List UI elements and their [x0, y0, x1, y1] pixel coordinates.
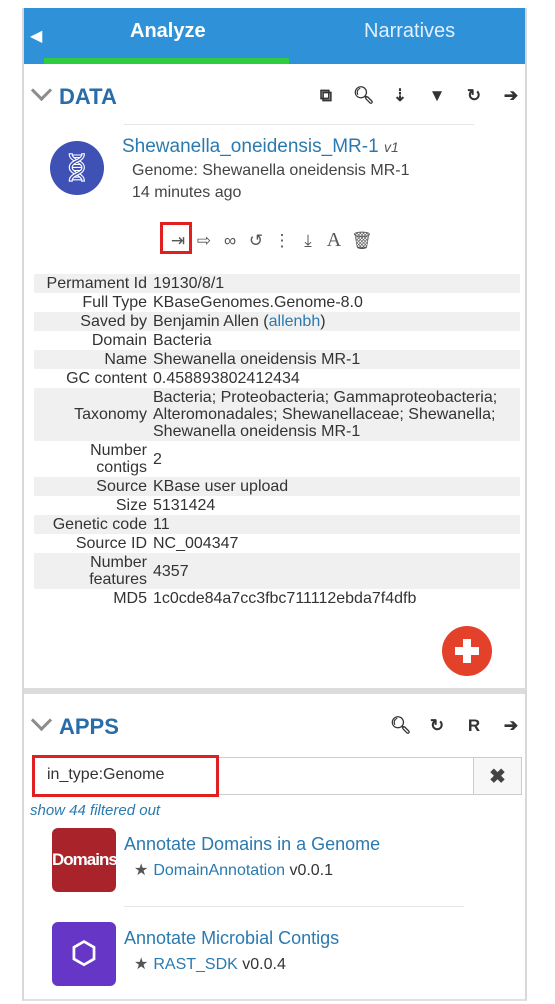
- tab-bar: ◀ Analyze Narratives: [24, 8, 525, 64]
- rename-icon[interactable]: A: [325, 229, 343, 252]
- object-actions: ⇥ ⇨ ∞ ↺ ⋮ ⤓ A 🗑︎: [169, 229, 373, 252]
- list-item[interactable]: ⬡ Annotate Microbial Contigs ★ RAST_SDK v…: [52, 922, 492, 992]
- filter-icon[interactable]: ▼: [427, 86, 447, 106]
- data-toolbar: ⧉ 🔍︎ ⇣ ▼ ↻ ➔: [316, 86, 521, 106]
- close-icon[interactable]: ✖: [474, 757, 522, 795]
- arrow-right-icon[interactable]: ➔: [501, 716, 521, 736]
- star-icon[interactable]: ★: [134, 956, 148, 973]
- table-row: Source ID NC_004347: [75, 535, 239, 552]
- show-filtered-link[interactable]: show 44 filtered out: [30, 802, 160, 819]
- refresh-icon[interactable]: ↻: [427, 716, 447, 736]
- app-module: ★ RAST_SDK v0.0.4: [134, 956, 286, 973]
- table-row: Saved by Benjamin Allen (allenbh): [34, 312, 520, 331]
- plus-circle-icon[interactable]: [442, 626, 492, 676]
- object-version: v1: [383, 139, 399, 155]
- table-row: Name Shewanella oneidensis MR-1: [34, 350, 520, 369]
- arrow-right-icon[interactable]: ➔: [501, 86, 521, 106]
- dna-icon: 🧬︎: [50, 141, 104, 195]
- copy-icon[interactable]: ⧉: [316, 86, 336, 106]
- chevron-down-icon: [30, 79, 53, 102]
- tab-narratives[interactable]: Narratives: [364, 20, 455, 43]
- table-row: MD5 1c0cde84a7cc3fbc711112ebda7f4dfb: [113, 590, 417, 607]
- metadata-table: Permament Id 19130/8/1 Full Type KBaseGeno…: [34, 274, 520, 608]
- refresh-icon[interactable]: ↻: [464, 86, 484, 106]
- list-item[interactable]: Domains Annotate Domains in a Genome ★ Do…: [52, 828, 492, 898]
- table-row: Permament Id 19130/8/1: [34, 274, 520, 293]
- trash-icon[interactable]: 🗑︎: [351, 231, 373, 251]
- table-row: Full Type KBaseGenomes.Genome-8.0: [82, 294, 363, 311]
- table-row: Size 5131424: [115, 497, 216, 514]
- table-row: GC content 0.458893802412434: [66, 370, 300, 387]
- download-icon[interactable]: ⤓: [299, 231, 317, 251]
- chevron-left-icon[interactable]: ◀: [30, 26, 42, 46]
- history-icon[interactable]: ↺: [247, 231, 265, 251]
- data-panel: DATA ⧉ 🔍︎ ⇣ ▼ ↻ ➔ 🧬︎ Shewanella_oneidens…: [24, 64, 525, 692]
- apps-toolbar: 🔍︎ ↻ R ➔: [390, 716, 521, 736]
- table-row: Number features 4357: [34, 553, 520, 589]
- app-title[interactable]: Annotate Microbial Contigs: [124, 928, 339, 949]
- highlight-box: [32, 755, 219, 797]
- side-panel: ◀ Analyze Narratives DATA ⧉ 🔍︎ ⇣ ▼ ↻ ➔ 🧬…: [22, 8, 527, 1001]
- user-link[interactable]: allenbh: [269, 313, 321, 330]
- cube-icon: ⬡: [52, 922, 116, 986]
- tab-analyze[interactable]: Analyze: [130, 20, 206, 43]
- apps-panel-title[interactable]: APPS: [30, 709, 119, 740]
- data-panel-title[interactable]: DATA: [30, 79, 117, 110]
- provenance-icon[interactable]: ⋮: [273, 231, 291, 251]
- sort-icon[interactable]: ⇣: [390, 86, 410, 106]
- table-row: Taxonomy Bacteria; Proteobacteria; Gammap…: [34, 388, 520, 441]
- export-icon[interactable]: ⇨: [195, 231, 213, 251]
- search-icon[interactable]: 🔍︎: [353, 86, 375, 106]
- apps-panel: APPS 🔍︎ ↻ R ➔ in_type:Genome ✖ show 44 f…: [24, 694, 525, 999]
- table-row: Domain Bacteria: [91, 332, 212, 349]
- object-name[interactable]: Shewanella_oneidensis_MR-1 v1: [122, 136, 399, 158]
- table-row: Source KBase user upload: [34, 477, 520, 496]
- divider: [124, 124, 474, 125]
- search-icon[interactable]: 🔍︎: [390, 716, 412, 736]
- highlight-box: [160, 222, 192, 254]
- divider: [124, 906, 464, 907]
- app-title[interactable]: Annotate Domains in a Genome: [124, 834, 380, 855]
- star-icon[interactable]: ★: [134, 862, 148, 879]
- object-type: Genome: Shewanella oneidensis MR-1: [132, 162, 410, 179]
- app-icon-domains: Domains: [52, 828, 118, 892]
- chevron-down-icon: [30, 709, 53, 732]
- app-module: ★ DomainAnnotation v0.0.1: [134, 862, 334, 879]
- r-icon[interactable]: R: [464, 716, 484, 736]
- binoculars-icon[interactable]: ∞: [221, 231, 239, 251]
- table-row: Genetic code 11: [34, 515, 520, 534]
- table-row: Number contigs 2: [90, 442, 162, 476]
- object-timestamp: 14 minutes ago: [132, 184, 242, 201]
